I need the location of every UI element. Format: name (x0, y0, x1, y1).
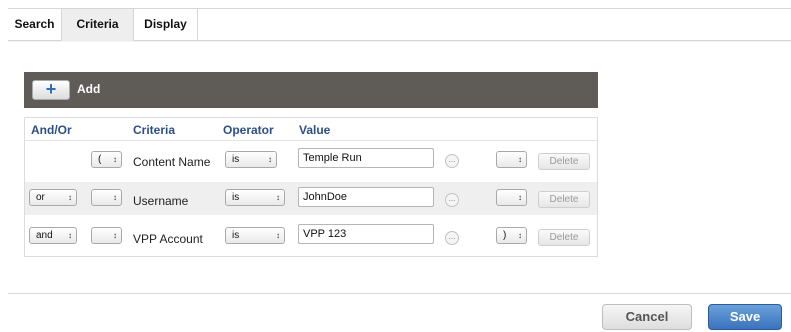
table-row: or ↕ ↕ Username is ↕ JohnDoe ... ↕ Delet… (25, 182, 597, 215)
criteria-label: Username (133, 194, 189, 208)
delete-button[interactable]: Delete (538, 229, 590, 246)
tab-display[interactable]: Display (134, 9, 198, 41)
and-or-select[interactable]: or ↕ (29, 189, 77, 206)
select-value: is (232, 192, 240, 203)
header-operator: Operator (223, 123, 274, 137)
updown-arrow-icon: ↕ (68, 193, 72, 202)
operator-select[interactable]: is ↕ (225, 189, 285, 206)
add-label[interactable]: Add (77, 82, 100, 96)
tab-criteria[interactable]: Criteria (62, 9, 134, 41)
header-and-or: And/Or (31, 123, 72, 137)
cancel-button[interactable]: Cancel (602, 304, 692, 330)
footer-divider (8, 293, 791, 294)
header-criteria: Criteria (133, 123, 176, 137)
criteria-label: Content Name (133, 155, 211, 169)
updown-arrow-icon: ↕ (113, 193, 117, 202)
updown-arrow-icon: ↕ (68, 231, 72, 240)
select-value: ( (98, 154, 102, 165)
select-value: is (232, 230, 240, 241)
close-paren-select[interactable]: ↕ (496, 151, 527, 168)
updown-arrow-icon: ↕ (268, 155, 272, 164)
updown-arrow-icon: ↕ (276, 193, 280, 202)
value-input[interactable]: VPP 123 (298, 224, 434, 244)
tab-bar: Search Criteria Display (8, 8, 791, 41)
updown-arrow-icon: ↕ (518, 155, 522, 164)
select-value: and (36, 230, 53, 241)
ellipsis-icon[interactable]: ... (445, 154, 459, 168)
updown-arrow-icon: ↕ (113, 155, 117, 164)
value-input[interactable]: Temple Run (298, 148, 434, 168)
delete-button[interactable]: Delete (538, 191, 590, 208)
open-paren-select[interactable]: ( ↕ (91, 151, 122, 168)
open-paren-select[interactable]: ↕ (91, 189, 122, 206)
plus-icon: + (45, 79, 57, 99)
criteria-label: VPP Account (133, 232, 203, 246)
save-button[interactable]: Save (708, 304, 782, 330)
operator-select[interactable]: is ↕ (225, 151, 277, 168)
open-paren-select[interactable]: ↕ (91, 227, 122, 244)
header-divider (25, 140, 597, 141)
add-button[interactable]: + (32, 80, 70, 100)
divider (8, 41, 791, 42)
close-paren-select[interactable]: ↕ (496, 189, 527, 206)
value-input[interactable]: JohnDoe (298, 187, 434, 207)
select-value: or (36, 192, 45, 203)
updown-arrow-icon: ↕ (113, 231, 117, 240)
table-row: ( ↕ Content Name is ↕ Temple Run ... ↕ D… (25, 144, 597, 177)
updown-arrow-icon: ↕ (276, 231, 280, 240)
updown-arrow-icon: ↕ (518, 231, 522, 240)
criteria-table: And/Or Criteria Operator Value ( ↕ Conte… (24, 117, 598, 257)
delete-button[interactable]: Delete (538, 153, 590, 170)
updown-arrow-icon: ↕ (518, 193, 522, 202)
header-value: Value (299, 123, 331, 137)
tab-search[interactable]: Search (8, 9, 62, 41)
criteria-toolbar: + Add (24, 72, 598, 108)
select-value: ) (503, 230, 507, 241)
ellipsis-icon[interactable]: ... (445, 193, 459, 207)
operator-select[interactable]: is ↕ (225, 227, 285, 244)
table-row: and ↕ ↕ VPP Account is ↕ VPP 123 ... ) ↕… (25, 220, 597, 253)
ellipsis-icon[interactable]: ... (445, 231, 459, 245)
close-paren-select[interactable]: ) ↕ (496, 227, 527, 244)
select-value: is (232, 154, 240, 165)
and-or-select[interactable]: and ↕ (29, 227, 77, 244)
